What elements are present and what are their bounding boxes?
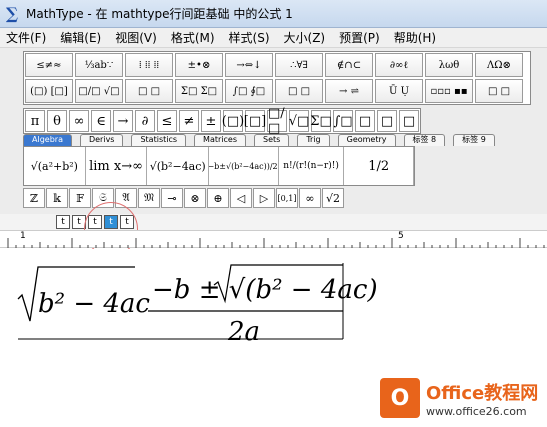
- symbol-pi[interactable]: π: [25, 110, 45, 132]
- palette-misc[interactable]: ∂∞ℓ: [375, 53, 423, 77]
- symbol-plus-minus[interactable]: ±: [201, 110, 221, 132]
- menu-size[interactable]: 大小(Z): [284, 29, 326, 46]
- palette-labeled-arrows[interactable]: → ⇌: [325, 79, 373, 103]
- tab-geometry[interactable]: Geometry: [337, 134, 396, 146]
- template-combination[interactable]: n!/(r!(n−r)!): [278, 147, 345, 185]
- ruler-ticks: [7, 238, 545, 248]
- watermark-url: www.office26.com: [426, 404, 527, 418]
- symbol-fraktur-m[interactable]: 𝔐: [138, 188, 160, 208]
- fraction-denominator: 2a: [228, 317, 261, 347]
- window-title: MathType - 在 mathtype行间距基础 中的公式 1: [26, 7, 293, 21]
- palette-bars[interactable]: □ □: [275, 79, 323, 103]
- template-row: √(a²+b²) lim x→∞ √(b²−4ac) (−b±√(b²−4ac)…: [23, 146, 415, 186]
- small-symbol-row: ℤ 𝕜 𝔽 𝔖 𝔄 𝔐 ⊸ ⊗ ⊕ ◁ ▷ [0,1] ∞ √2: [23, 188, 345, 210]
- sqrt-radicand-left: b² − 4ac: [38, 289, 150, 319]
- template-fraction[interactable]: □/□: [267, 106, 287, 136]
- template-sqrt[interactable]: √□: [289, 110, 309, 132]
- menu-bar: 文件(F) 编辑(E) 视图(V) 格式(M) 样式(S) 大小(Z) 预置(P…: [0, 28, 547, 48]
- palette-relations[interactable]: ≤≠≈: [25, 53, 73, 77]
- palette-fences[interactable]: (□) [□]: [25, 79, 73, 103]
- tab-bar: Algebra Derivs Statistics Matrices Sets …: [23, 134, 503, 146]
- template-parentheses[interactable]: (□): [222, 110, 244, 132]
- symbol-fraktur-k[interactable]: 𝕜: [46, 188, 68, 208]
- size-toolbar: t t t t t: [0, 214, 547, 230]
- watermark: O Office教程网 www.office26.com: [380, 373, 540, 423]
- fraction-numerator: −b ± √(b² − 4ac): [152, 275, 378, 305]
- palette-products[interactable]: Ū Ụ: [375, 79, 423, 103]
- symbol-element-of[interactable]: ∈: [91, 110, 111, 132]
- palette-integrals[interactable]: ∫□ ∮□: [225, 79, 273, 103]
- template-one-half[interactable]: 1/2: [344, 147, 414, 185]
- symbol-integers[interactable]: ℤ: [23, 188, 45, 208]
- menu-preferences[interactable]: 预置(P): [339, 29, 380, 46]
- palette-logic[interactable]: ∴∀∃: [275, 53, 323, 77]
- symbol-interval[interactable]: [0,1]: [276, 188, 298, 208]
- watermark-title: Office教程网: [426, 382, 539, 404]
- symbol-right-triangle[interactable]: ▷: [253, 188, 275, 208]
- palette-sums[interactable]: Σ□ Σ□: [175, 79, 223, 103]
- symbol-palette: ≤≠≈ ⅓ab∵ ⁞ ⁞⁞ ⁞⁞ ±•⊗ →⇔↓ ∴∀∃ ∉∩⊂ ∂∞ℓ λωθ…: [23, 51, 531, 105]
- tab-matrices[interactable]: Matrices: [194, 134, 246, 146]
- template-brackets[interactable]: [□]: [244, 110, 266, 132]
- menu-file[interactable]: 文件(F): [6, 29, 46, 46]
- toolbar-area: ≤≠≈ ⅓ab∵ ⁞ ⁞⁞ ⁞⁞ ±•⊗ →⇔↓ ∴∀∃ ∉∩⊂ ∂∞ℓ λωθ…: [0, 48, 547, 216]
- size-button-1[interactable]: t: [56, 215, 70, 229]
- palette-scripts[interactable]: □ □: [125, 79, 173, 103]
- palette-greek-lower[interactable]: λωθ: [425, 53, 473, 77]
- template-limit[interactable]: lim x→∞: [85, 147, 148, 185]
- template-sum[interactable]: Σ□: [310, 110, 332, 132]
- tab-label-8[interactable]: 标签 8: [403, 134, 446, 146]
- symbol-otimes[interactable]: ⊗: [184, 188, 206, 208]
- symbol-infinity-small[interactable]: ∞: [299, 188, 321, 208]
- palette-matrices[interactable]: □ □: [475, 79, 523, 103]
- title-bar: ∑ MathType - 在 mathtype行间距基础 中的公式 1: [0, 0, 547, 28]
- menu-format[interactable]: 格式(M): [171, 29, 215, 46]
- ruler: 1 5: [0, 230, 547, 248]
- tab-label-9[interactable]: 标签 9: [453, 134, 495, 146]
- symbol-infinity[interactable]: ∞: [69, 110, 89, 132]
- menu-edit[interactable]: 编辑(E): [60, 29, 101, 46]
- tab-sets[interactable]: Sets: [254, 134, 290, 146]
- template-pythagoras[interactable]: √(a²+b²): [24, 147, 86, 185]
- palette-embellishments[interactable]: ⁞ ⁞⁞ ⁞⁞: [125, 53, 173, 77]
- ruler-label-1: 1: [20, 231, 26, 241]
- symbol-right-arrow[interactable]: →: [113, 110, 133, 132]
- office-logo-icon: O: [380, 378, 420, 418]
- symbol-field[interactable]: 𝔽: [69, 188, 91, 208]
- symbol-partial[interactable]: ∂: [135, 110, 155, 132]
- symbol-neq[interactable]: ≠: [179, 110, 199, 132]
- tab-statistics[interactable]: Statistics: [131, 134, 187, 146]
- symbols-toolbar: π θ ∞ ∈ → ∂ ≤ ≠ ± (□) [□] □/□ √□ Σ□ ∫□ □…: [23, 106, 421, 136]
- tab-algebra[interactable]: Algebra: [23, 134, 72, 146]
- palette-arrows[interactable]: →⇔↓: [225, 53, 273, 77]
- symbol-theta[interactable]: θ: [47, 110, 67, 132]
- tab-trig[interactable]: Trig: [297, 134, 330, 146]
- menu-view[interactable]: 视图(V): [115, 29, 157, 46]
- symbol-multimap[interactable]: ⊸: [161, 188, 183, 208]
- mathtype-icon: ∑: [5, 3, 19, 23]
- palette-operators[interactable]: ±•⊗: [175, 53, 223, 77]
- menu-help[interactable]: 帮助(H): [394, 29, 436, 46]
- palette-greek-upper[interactable]: ΛΩ⊗: [475, 53, 523, 77]
- ruler-label-5: 5: [398, 231, 404, 241]
- symbol-sqrt2[interactable]: √2: [322, 188, 344, 208]
- palette-boxes[interactable]: ▫▫▫ ▪▪: [425, 79, 473, 103]
- symbol-left-triangle[interactable]: ◁: [230, 188, 252, 208]
- template-quadratic[interactable]: (−b±√(b²−4ac))/2a: [209, 147, 279, 185]
- template-box-2[interactable]: □: [377, 110, 397, 132]
- template-discriminant[interactable]: √(b²−4ac): [147, 147, 210, 185]
- menu-style[interactable]: 样式(S): [229, 29, 270, 46]
- palette-spaces[interactable]: ⅓ab∵: [75, 53, 123, 77]
- template-integral[interactable]: ∫□: [333, 110, 353, 132]
- template-box-3[interactable]: □: [399, 110, 419, 132]
- tab-derivs[interactable]: Derivs: [79, 134, 124, 146]
- symbol-oplus[interactable]: ⊕: [207, 188, 229, 208]
- template-box-1[interactable]: □: [355, 110, 375, 132]
- palette-sets[interactable]: ∉∩⊂: [325, 53, 373, 77]
- palette-fractions[interactable]: □/□ √□: [75, 79, 123, 103]
- symbol-leq[interactable]: ≤: [157, 110, 177, 132]
